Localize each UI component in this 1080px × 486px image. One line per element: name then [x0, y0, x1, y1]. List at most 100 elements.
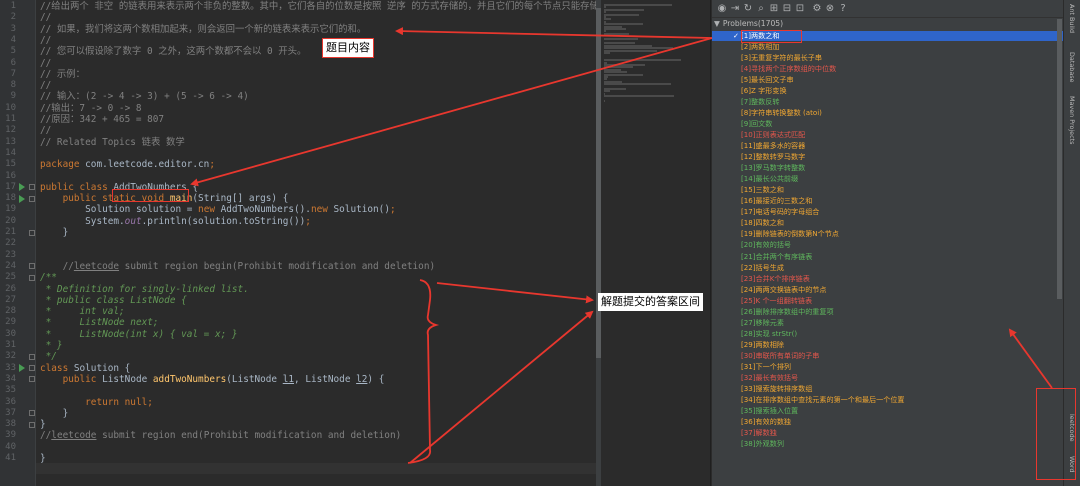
code-line[interactable]: //	[40, 35, 51, 46]
fold-marker-icon[interactable]	[29, 195, 35, 202]
code-line[interactable]: * ListNode(int x) { val = x; }	[40, 329, 238, 340]
close-icon[interactable]: ⊗	[824, 3, 836, 15]
problem-item[interactable]: ✓ [1]两数之和	[712, 30, 1063, 41]
problem-item[interactable]: [12]整数转罗马数字	[712, 152, 1063, 162]
code-line[interactable]: */	[40, 351, 57, 362]
code-line[interactable]: }	[40, 453, 46, 464]
fold-marker-icon[interactable]	[29, 376, 35, 383]
problem-item[interactable]: [36]有效的数独	[712, 417, 1063, 427]
code-line[interactable]: //	[40, 12, 51, 23]
code-line[interactable]: System.out.println(solution.toString());	[40, 216, 311, 227]
collapse-icon[interactable]: ⊟	[781, 3, 793, 15]
problem-item[interactable]: [10]正则表达式匹配	[712, 130, 1063, 140]
problem-item[interactable]: [32]最长有效括号	[712, 373, 1063, 383]
code-line[interactable]: Solution solution = new AddTwoNumbers().…	[40, 204, 395, 215]
problem-item[interactable]: [26]删除排序数组中的重复项	[712, 307, 1063, 317]
fold-marker-icon[interactable]	[29, 263, 35, 270]
problem-item[interactable]: [22]括号生成	[712, 263, 1063, 273]
logout-icon[interactable]: ⇥	[729, 3, 741, 15]
code-line[interactable]: // 如果，我们将这两个数相加起来，则会返回一个新的链表来表示它们的和。	[40, 24, 366, 35]
settings-icon[interactable]: ⚙	[811, 3, 823, 15]
problem-item[interactable]: [25]K 个一组翻转链表	[712, 296, 1063, 306]
code-line[interactable]: }	[40, 227, 69, 238]
fold-marker-icon[interactable]	[29, 365, 35, 372]
code-line[interactable]: // 您可以假设除了数字 0 之外，这两个数都不会以 0 开头。	[40, 46, 306, 57]
problem-item[interactable]: [5]最长回文子串	[712, 75, 1063, 85]
problem-item[interactable]: [24]两两交换链表中的节点	[712, 285, 1063, 295]
run-gutter-icon[interactable]	[19, 183, 25, 192]
search-icon[interactable]: ⌕	[755, 3, 767, 15]
problem-item[interactable]: [19]删除链表的倒数第N个节点	[712, 229, 1063, 239]
problem-item[interactable]: [30]串联所有单词的子串	[712, 351, 1063, 361]
code-line[interactable]: //leetcode submit region end(Prohibit mo…	[40, 430, 401, 441]
code-line[interactable]: //	[40, 80, 51, 91]
code-area[interactable]: //给出两个 非空 的链表用来表示两个非负的整数。其中，它们各自的位数是按照 逆…	[40, 0, 599, 486]
problem-item[interactable]: [18]四数之和	[712, 218, 1063, 228]
problem-item[interactable]: [20]有效的括号	[712, 240, 1063, 250]
problem-item[interactable]: [31]下一个排列	[712, 362, 1063, 372]
login-icon[interactable]: ◉	[716, 3, 728, 15]
fold-marker-icon[interactable]	[29, 184, 35, 191]
problem-item[interactable]: [28]实现 strStr()	[712, 329, 1063, 339]
fold-marker-icon[interactable]	[29, 421, 35, 428]
code-line[interactable]: public ListNode addTwoNumbers(ListNode l…	[40, 374, 385, 385]
problem-item[interactable]: [3]无重复字符的最长子串	[712, 53, 1063, 63]
code-line[interactable]: // 示例：	[40, 69, 85, 80]
code-line[interactable]: class Solution {	[40, 363, 130, 374]
code-line[interactable]: }	[40, 408, 69, 419]
fold-marker-icon[interactable]	[29, 353, 35, 360]
problems-root-node[interactable]: ▼ Problems(1705)	[714, 19, 783, 29]
code-line[interactable]: //输出：7 -> 0 -> 8	[40, 103, 142, 114]
fold-marker-icon[interactable]	[29, 410, 35, 417]
problem-tree[interactable]: ▼ Problems(1705) ✓ [1]两数之和 [2]两数相加 [3]无重复字符的…	[712, 19, 1063, 486]
code-line[interactable]: /**	[40, 272, 57, 283]
run-gutter-icon[interactable]	[19, 364, 25, 373]
code-line[interactable]: public class AddTwoNumbers {	[40, 182, 198, 193]
code-line[interactable]: //给出两个 非空 的链表用来表示两个非负的整数。其中，它们各自的位数是按照 逆…	[40, 1, 599, 12]
problem-item[interactable]: [17]电话号码的字母组合	[712, 207, 1063, 217]
database-tab[interactable]: Database	[1068, 52, 1076, 83]
code-line[interactable]: package com.leetcode.editor.cn;	[40, 159, 215, 170]
find-icon[interactable]: ⊡	[794, 3, 806, 15]
expand-icon[interactable]: ⊞	[768, 3, 780, 15]
problem-item[interactable]: [27]移除元素	[712, 318, 1063, 328]
code-line[interactable]: // 输入：(2 -> 4 -> 3) + (5 -> 6 -> 4)	[40, 91, 249, 102]
problem-item[interactable]: [33]搜索旋转排序数组	[712, 384, 1063, 394]
problem-item[interactable]: [11]盛最多水的容器	[712, 141, 1063, 151]
maven-projects-tab[interactable]: Maven Projects	[1068, 96, 1076, 144]
code-line[interactable]: // Related Topics 链表 数学	[40, 137, 185, 148]
problem-item[interactable]: [7]整数反转	[712, 97, 1063, 107]
expand-arrow-icon[interactable]: ▼	[714, 19, 720, 28]
code-line[interactable]: //	[40, 58, 51, 69]
code-editor[interactable]: 1 2 3 4 5 6 7 8 9 10 11 12 13 14 15 16 17 18 19 20 21 22 23 24 2…	[0, 0, 601, 486]
code-line[interactable]: * }	[40, 340, 63, 351]
problem-item[interactable]: [38]外观数列	[712, 439, 1063, 449]
problem-item[interactable]: [4]寻找两个正序数组的中位数	[712, 64, 1063, 74]
code-line[interactable]: public static void main(String[] args) {	[40, 193, 289, 204]
code-line[interactable]: * int val;	[40, 306, 125, 317]
code-line[interactable]: * ListNode next;	[40, 317, 159, 328]
problem-item[interactable]: [6]Z 字形变换	[712, 86, 1063, 96]
problem-item[interactable]: [23]合并K个排序链表	[712, 274, 1063, 284]
fold-marker-icon[interactable]	[29, 229, 35, 236]
problem-item[interactable]: [2]两数相加	[712, 42, 1063, 52]
fold-marker-icon[interactable]	[29, 274, 35, 281]
code-line[interactable]: * public class ListNode {	[40, 295, 187, 306]
problem-item[interactable]: [9]回文数	[712, 119, 1063, 129]
code-line[interactable]: //	[40, 125, 51, 136]
code-line[interactable]: return null;	[40, 397, 153, 408]
problem-item[interactable]: [34]在排序数组中查找元素的第一个和最后一个位置	[712, 395, 1063, 405]
run-gutter-icon[interactable]	[19, 194, 25, 203]
problem-item[interactable]: [37]解数独	[712, 428, 1063, 438]
problem-item[interactable]: [21]合并两个有序链表	[712, 252, 1063, 262]
code-line[interactable]: * Definition for singly-linked list.	[40, 284, 249, 295]
problem-item[interactable]: [15]三数之和	[712, 185, 1063, 195]
code-line[interactable]: }	[40, 419, 46, 430]
refresh-icon[interactable]: ↻	[742, 3, 754, 15]
problem-item[interactable]: [29]两数相除	[712, 340, 1063, 350]
help-icon[interactable]: ?	[837, 3, 849, 15]
problem-item[interactable]: [13]罗马数字转整数	[712, 163, 1063, 173]
word-tab[interactable]: Word	[1068, 456, 1076, 472]
problem-item[interactable]: [8]字符串转换整数 (atoi)	[712, 108, 1063, 118]
problem-list-scrollbar[interactable]	[1057, 19, 1062, 299]
